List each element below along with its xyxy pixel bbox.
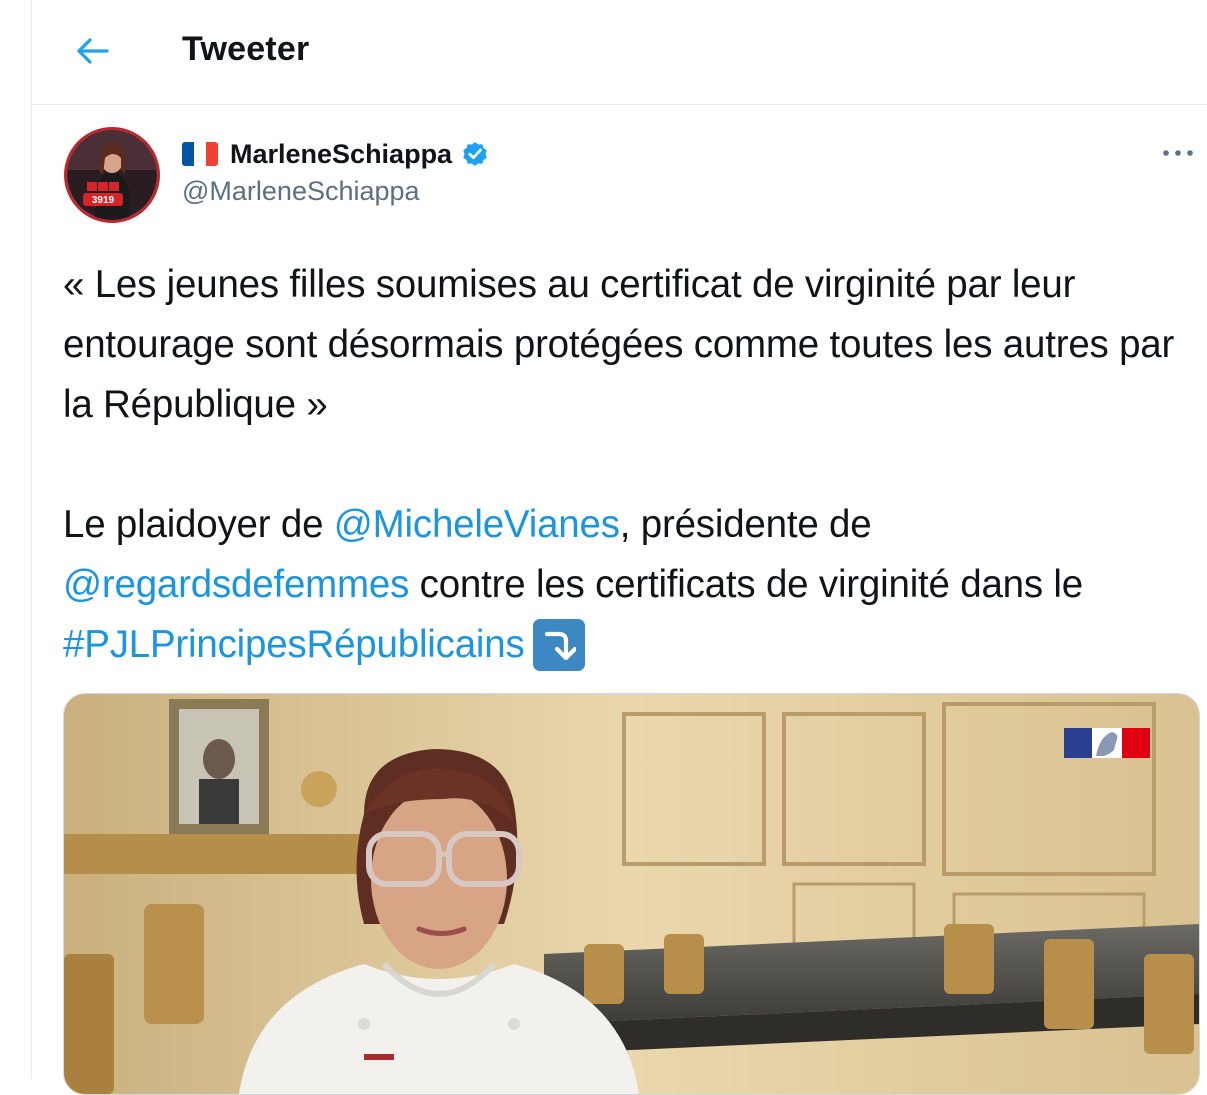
tweet-author: MarleneSchiappa @MarleneSchiappa <box>182 136 490 207</box>
author-name-row: MarleneSchiappa <box>182 136 490 172</box>
more-dots-icon <box>1163 150 1193 156</box>
tweet-body-paragraph: Le plaidoyer de @MicheleVianes, présiden… <box>63 495 1183 675</box>
video-thumbnail <box>64 694 1199 1094</box>
page-header: Tweeter <box>32 0 1207 105</box>
tweet-text-segment: contre les certificats de virginité dans… <box>409 563 1084 606</box>
tweet-text-segment: Le plaidoyer de <box>63 503 334 546</box>
arrow-left-icon <box>77 38 109 64</box>
author-display-name[interactable]: MarleneSchiappa <box>230 139 452 170</box>
avatar-image: 3919 <box>67 130 157 220</box>
author-handle[interactable]: @MarleneSchiappa <box>182 176 490 207</box>
tweet-video-media[interactable] <box>63 693 1200 1095</box>
mention-michelevianes[interactable]: @MicheleVianes <box>334 503 620 546</box>
tweet-text-segment: , présidente de <box>619 503 872 546</box>
mention-regardsdefemmes[interactable]: @regardsdefemmes <box>63 563 409 606</box>
more-options-button[interactable] <box>1156 138 1200 168</box>
back-button[interactable] <box>68 26 118 76</box>
tweet-text: « Les jeunes filles soumises au certific… <box>63 255 1183 675</box>
page-title: Tweeter <box>182 30 310 68</box>
french-government-logo <box>1064 728 1150 758</box>
tweet-quote-paragraph: « Les jeunes filles soumises au certific… <box>63 263 1175 426</box>
avatar[interactable]: 3919 <box>64 127 160 223</box>
verified-badge-icon <box>463 142 487 166</box>
hashtag-link[interactable]: #PJLPrincipesRépublicains <box>63 623 525 666</box>
arrow-curving-down-icon <box>532 619 585 671</box>
tweet-detail-column: Tweeter 3919 MarleneSchiappa @MarleneSch… <box>31 0 1207 1095</box>
france-flag-icon <box>182 142 218 166</box>
svg-text:3919: 3919 <box>92 195 115 206</box>
